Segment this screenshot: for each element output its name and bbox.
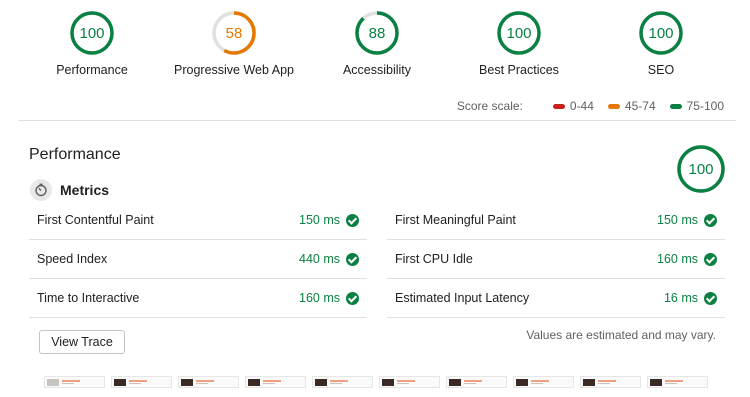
gauge-score: 88 [369,25,386,42]
metric-value: 160 ms [299,291,340,305]
gauge-score: 100 [506,25,531,42]
category-gauges: 100 Performance 58 Progressive Web App 8… [0,0,750,92]
pass-pill-icon [669,103,682,109]
view-trace-button[interactable]: View Trace [39,330,125,354]
score-scale: Score scale: 0-44 45-74 75-100 [457,99,724,113]
gauge-label: Best Practices [479,63,559,77]
gauge-score: 100 [648,25,673,42]
metric-row: First Contentful Paint 150 ms [29,201,367,240]
gauge-score: 58 [226,25,243,42]
metric-value: 16 ms [663,291,698,305]
section-title: Performance [29,146,121,163]
fail-pill-icon [552,103,565,109]
metric-name: Estimated Input Latency [395,291,530,305]
metric-name: First CPU Idle [395,252,473,266]
scale-range: 45-74 [624,99,656,113]
check-icon [346,291,359,305]
scale-range: 0-44 [569,99,594,113]
filmstrip-frame [446,376,507,388]
metric-name: Time to Interactive [37,291,140,305]
metric-name: First Meaningful Paint [395,213,516,227]
gauge-best-practices[interactable]: 100 Best Practices [439,10,599,77]
gauge-label: SEO [647,63,675,77]
stopwatch-icon [30,179,52,201]
section-divider [18,120,736,121]
gauge-ring: 100 [639,11,683,55]
metric-row: First CPU Idle 160 ms [387,240,725,279]
gauge-progressive-web-app[interactable]: 58 Progressive Web App [154,10,314,77]
metric-row: First Meaningful Paint 150 ms [387,201,725,240]
gauge-ring: 58 [212,11,256,55]
metric-name: First Contentful Paint [37,213,154,227]
gauge-ring: 88 [355,11,399,55]
filmstrip-frame [111,376,172,388]
gauge-label: Progressive Web App [174,63,294,77]
filmstrip-frame [44,376,105,388]
metric-value: 440 ms [299,252,340,266]
check-icon [346,213,359,227]
filmstrip-frame [647,376,708,388]
check-icon [704,213,717,227]
metric-name: Speed Index [37,252,108,266]
scale-fail: 0-44 [552,99,594,113]
gauge-ring: 100 [677,145,725,193]
gauge-accessibility[interactable]: 88 Accessibility [297,10,457,77]
estimate-disclaimer: Values are estimated and may vary. [526,328,716,342]
metric-value: 150 ms [299,213,340,227]
average-pill-icon [607,103,620,109]
score-scale-label: Score scale: [456,99,523,113]
filmstrip-frame [513,376,574,388]
gauge-performance[interactable]: 100 Performance [12,10,172,77]
metrics-header: Metrics [30,179,109,201]
filmstrip-frame [178,376,239,388]
check-icon [704,291,717,305]
gauge-label: Accessibility [342,63,412,77]
metric-value: 160 ms [657,252,698,266]
filmstrip-frame [580,376,641,388]
metric-row: Time to Interactive 160 ms [29,279,367,318]
filmstrip-frame [245,376,306,388]
check-icon [346,252,359,266]
gauge-ring: 100 [70,11,114,55]
gauge-score: 100 [79,25,104,42]
filmstrip-frame [312,376,373,388]
metrics-title: Metrics [60,182,110,198]
metric-row: Speed Index 440 ms [29,240,367,279]
metric-row: Estimated Input Latency 16 ms [387,279,725,318]
gauge-seo[interactable]: 100 SEO [581,10,741,77]
filmstrip-frame [379,376,440,388]
check-icon [704,252,717,266]
metrics-right-column: First Meaningful Paint 150 ms First CPU … [387,201,725,318]
performance-section-gauge: 100 [676,144,726,199]
filmstrip [44,376,714,388]
metric-value: 150 ms [657,213,698,227]
scale-range: 75-100 [686,99,724,113]
scale-pass: 75-100 [669,99,724,113]
metrics-left-column: First Contentful Paint 150 ms Speed Inde… [29,201,367,318]
section-score: 100 [688,161,713,178]
gauge-label: Performance [56,63,128,77]
scale-average: 45-74 [607,99,656,113]
gauge-ring: 100 [497,11,541,55]
